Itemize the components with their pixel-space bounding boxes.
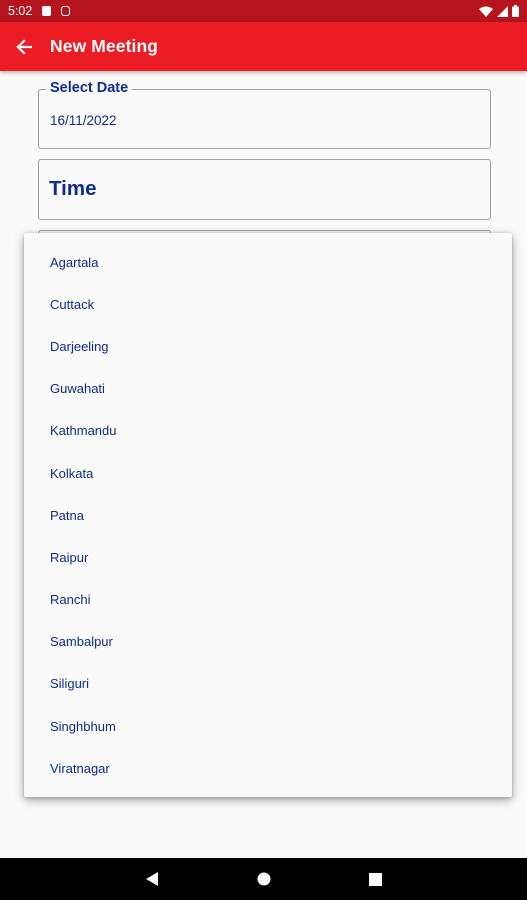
dropdown-item-guwahati[interactable]: Guwahati [24,368,512,410]
dropdown-item-ranchi[interactable]: Ranchi [24,579,512,621]
date-field-value: 16/11/2022 [50,113,117,128]
dropdown-item-label: Patna [50,507,84,523]
dropdown-item-label: Raipur [50,549,89,565]
location-dropdown: Agartala Cuttack Darjeeling Guwahati Kat… [24,233,512,797]
time-field[interactable]: Time [38,159,491,220]
dropdown-item-label: Singhbhum [50,718,116,734]
dropdown-item-kolkata[interactable]: Kolkata [24,452,512,494]
time-field-label: Time [49,177,97,200]
dropdown-item-singhbhum[interactable]: Singhbhum [24,705,512,747]
screen: 5:02 New Meeting Select Date 16/11/2022 … [0,0,527,900]
dropdown-item-label: Agartala [50,254,99,270]
dropdown-item-label: Guwahati [50,381,105,397]
dropdown-item-cuttack[interactable]: Cuttack [24,283,512,325]
nav-back-button[interactable] [96,858,208,900]
app-bar: New Meeting [0,22,527,71]
status-time: 5:02 [8,4,33,18]
navigation-bar [0,858,527,900]
dropdown-item-patna[interactable]: Patna [24,494,512,536]
wifi-icon [479,6,493,17]
dropdown-item-agartala[interactable]: Agartala [24,241,512,283]
date-field[interactable]: Select Date 16/11/2022 [38,80,491,149]
dropdown-item-raipur[interactable]: Raipur [24,536,512,578]
dropdown-item-label: Viratnagar [50,760,110,776]
dropdown-item-sambalpur[interactable]: Sambalpur [24,621,512,663]
back-icon [145,872,158,886]
dropdown-item-label: Sambalpur [50,634,113,650]
dropdown-item-darjeeling[interactable]: Darjeeling [24,325,512,367]
dropdown-item-label: Kathmandu [50,423,117,439]
recents-icon [369,872,382,886]
nav-recents-button[interactable] [320,858,432,900]
sim-icon [61,6,71,16]
nav-home-button[interactable] [208,858,320,900]
dropdown-item-siliguri[interactable]: Siliguri [24,663,512,705]
status-bar: 5:02 [0,0,527,22]
date-field-label: Select Date [46,80,133,96]
dropdown-item-viratnagar[interactable]: Viratnagar [24,747,512,789]
dropdown-item-label: Cuttack [50,296,95,312]
dropdown-item-label: Darjeeling [50,338,109,354]
arrow-left-icon [16,38,32,55]
page-title: New Meeting [50,36,159,56]
battery-icon [512,5,519,17]
back-button[interactable] [0,22,48,71]
dropdown-item-label: Kolkata [50,465,94,481]
dropdown-item-kathmandu[interactable]: Kathmandu [24,410,512,452]
signal-icon [497,5,508,17]
dropdown-item-label: Siliguri [50,676,90,692]
home-icon [257,872,270,886]
dropdown-item-label: Ranchi [50,592,91,608]
notification-icon [42,6,52,16]
